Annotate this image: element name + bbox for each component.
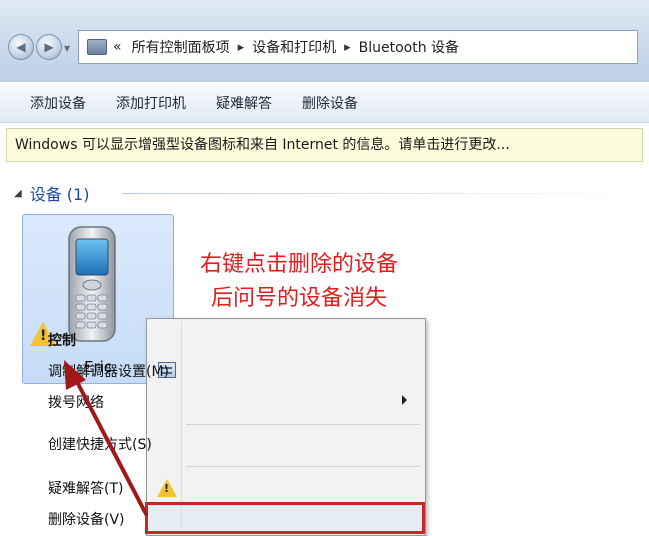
annotation-arrow: [64, 360, 148, 516]
